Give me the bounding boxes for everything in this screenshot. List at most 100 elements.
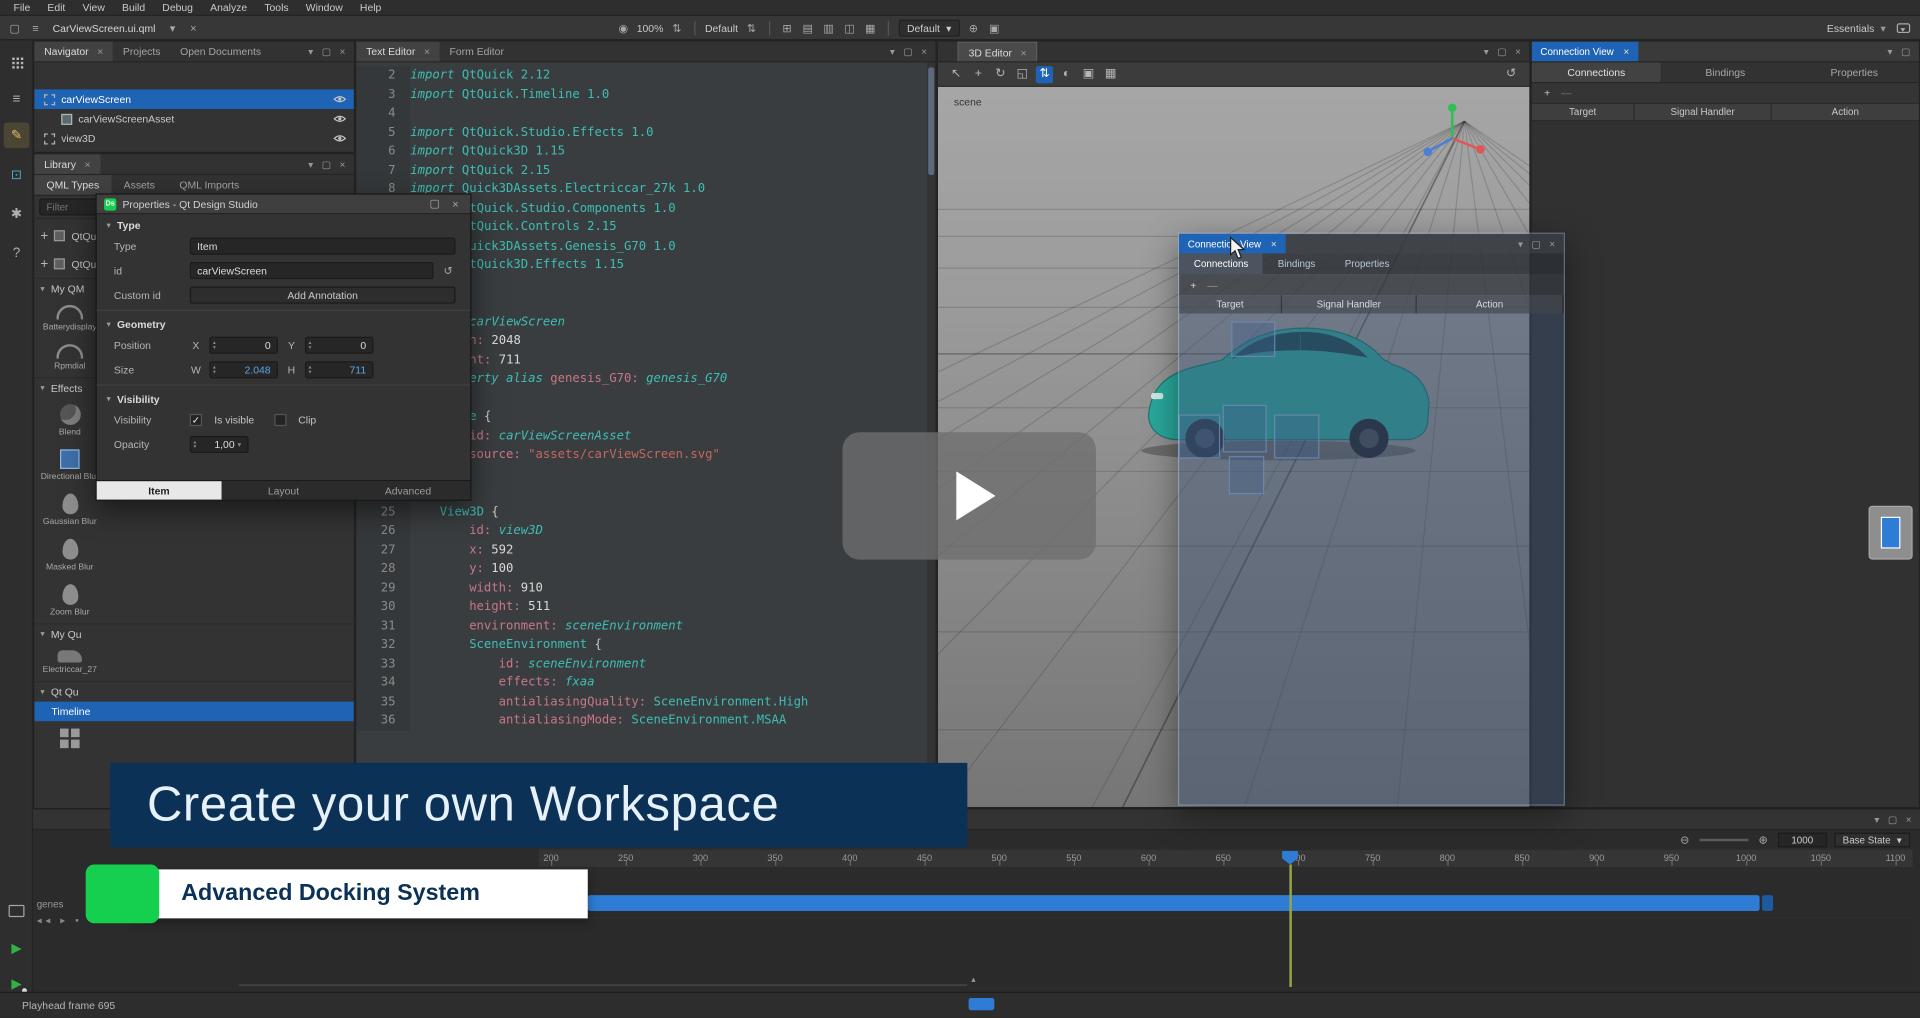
size-w-spinbox[interactable]: ▴▾2.048 xyxy=(209,361,278,378)
tab-bindings[interactable]: Bindings xyxy=(1661,62,1790,82)
menu-edit[interactable]: Edit xyxy=(39,1,74,13)
chevron-down-icon[interactable]: ▾ xyxy=(890,46,895,57)
chevron-down-icon[interactable]: ▾ xyxy=(1484,46,1489,57)
tab-library[interactable]: Library× xyxy=(34,154,100,174)
tab-properties[interactable]: Properties xyxy=(1330,253,1404,274)
components-mode-icon[interactable]: ⊡ xyxy=(4,162,30,188)
connections-table-body[interactable] xyxy=(1179,313,1563,804)
type-input[interactable]: Item xyxy=(190,238,456,255)
close-icon[interactable]: × xyxy=(340,46,346,57)
apps-grid-icon[interactable] xyxy=(4,49,30,75)
edit-mode-icon[interactable]: ≡ xyxy=(4,86,30,112)
timeline-duration-bar-end[interactable] xyxy=(1762,895,1773,911)
menu-debug[interactable]: Debug xyxy=(154,1,202,13)
global-local-toggle-icon[interactable]: ⇅ xyxy=(1036,66,1053,83)
style-stepper-icon[interactable]: ⇅ xyxy=(744,20,759,36)
rotate-tool-icon[interactable]: ↻ xyxy=(992,66,1009,83)
tab-3d-editor[interactable]: 3D Editor× xyxy=(958,42,1038,62)
scale-tool-icon[interactable]: ◱ xyxy=(1014,66,1031,83)
tab-properties[interactable]: Properties xyxy=(1790,62,1919,82)
eye-icon[interactable] xyxy=(333,133,354,143)
light-toggle-icon[interactable]: ◐ xyxy=(1058,66,1075,83)
tab-navigator[interactable]: Navigator× xyxy=(34,42,113,62)
tab-advanced[interactable]: Advanced xyxy=(346,481,470,499)
tab-projects[interactable]: Projects xyxy=(113,42,170,62)
tab-layout[interactable]: Layout xyxy=(221,481,345,499)
chevron-down-icon[interactable]: ▾ xyxy=(1874,814,1879,825)
zoom-level[interactable]: 100% xyxy=(637,22,664,34)
close-icon[interactable]: × xyxy=(1624,46,1630,57)
section-type[interactable]: ▾Type xyxy=(97,214,470,234)
tools-icon[interactable]: ✱ xyxy=(4,201,30,227)
navigator-item-view3D[interactable]: view3D xyxy=(34,129,354,149)
tab-text-editor[interactable]: Text Editor× xyxy=(356,42,439,62)
chevron-down-icon[interactable]: ▾ xyxy=(165,20,180,36)
timeline-zoom-slider[interactable] xyxy=(1699,839,1748,841)
show-rows-icon[interactable]: ▦ xyxy=(863,20,878,36)
navigator-item-carViewScreen[interactable]: carViewScreen xyxy=(34,89,354,109)
document-list-icon[interactable]: ≡ xyxy=(28,20,43,36)
float-panel-icon[interactable]: ▢ xyxy=(1901,46,1910,57)
library-component[interactable]: Electriccar_27 xyxy=(34,644,105,681)
menu-build[interactable]: Build xyxy=(113,1,153,13)
float-panel-icon[interactable]: ▢ xyxy=(1532,238,1541,249)
float-panel-icon[interactable]: ▢ xyxy=(903,46,912,57)
close-icon[interactable]: × xyxy=(921,46,927,57)
close-document-icon[interactable]: × xyxy=(186,20,201,36)
design-mode-icon[interactable]: ✎ xyxy=(4,122,30,148)
float-panel-icon[interactable]: ▢ xyxy=(1497,46,1506,57)
dialog-titlebar[interactable]: Ds Properties - Qt Design Studio ▢ × xyxy=(97,195,470,215)
timeline-ruler[interactable]: 2002503003504004505005506006507007508008… xyxy=(539,849,1913,869)
camera-toggle-icon[interactable]: ▣ xyxy=(1080,66,1097,83)
timeline-scrollbar-handle[interactable] xyxy=(969,998,995,1010)
kit-selector-icon[interactable] xyxy=(4,898,30,924)
remove-connection-button[interactable]: — xyxy=(1561,87,1571,99)
tab-qml-types[interactable]: QML Types xyxy=(34,175,111,195)
connection-view-dock-tab[interactable]: Connection View× xyxy=(1532,42,1638,62)
end-frame-input[interactable]: 1000 xyxy=(1778,833,1827,848)
timeline-transport-controls[interactable]: ◂◂ ▸ ▪ xyxy=(37,915,83,926)
document-title[interactable]: CarViewScreen.ui.qml xyxy=(53,22,156,34)
tab-open-documents[interactable]: Open Documents xyxy=(170,42,271,62)
position-x-spinbox[interactable]: ▴▾0 xyxy=(209,337,278,354)
chevron-down-icon[interactable]: ▾ xyxy=(1518,238,1523,249)
collapse-tracks-button[interactable]: ▴ xyxy=(964,976,984,986)
perspective-selector[interactable]: Essentials▾ xyxy=(1827,21,1886,34)
keyframe-tracks[interactable] xyxy=(239,917,1913,983)
add-state-icon[interactable]: ⊕ xyxy=(966,20,981,36)
opacity-spinbox[interactable]: ▴▾1,00 ▾ xyxy=(190,436,249,453)
menu-window[interactable]: Window xyxy=(297,1,351,13)
base-state-selector[interactable]: Base State▾ xyxy=(1834,833,1910,848)
tab-connections[interactable]: Connections xyxy=(1179,253,1263,274)
tab-connections[interactable]: Connections xyxy=(1532,62,1661,82)
library-component[interactable] xyxy=(34,721,105,768)
size-h-spinbox[interactable]: ▴▾711 xyxy=(305,361,374,378)
select-tool-icon[interactable]: ↖ xyxy=(948,66,965,83)
navigator-item-carViewScreenAsset[interactable]: carViewScreenAsset xyxy=(34,109,354,129)
menu-help[interactable]: Help xyxy=(351,1,390,13)
move-tool-icon[interactable]: + xyxy=(970,66,987,83)
timeline-duration-bar[interactable] xyxy=(588,895,1760,911)
library-item-timeline[interactable]: Timeline xyxy=(34,702,354,722)
split-view-icon[interactable]: ◫ xyxy=(842,20,857,36)
close-icon[interactable]: × xyxy=(1549,238,1555,249)
is-visible-checkbox[interactable]: ✓ xyxy=(190,414,202,426)
position-y-spinbox[interactable]: ▴▾0 xyxy=(305,337,374,354)
menu-file[interactable]: File xyxy=(5,1,39,13)
float-panel-icon[interactable]: ▢ xyxy=(322,46,331,57)
id-input[interactable]: carViewScreen xyxy=(190,262,434,279)
tab-assets[interactable]: Assets xyxy=(111,175,167,195)
chevron-down-icon[interactable]: ▾ xyxy=(308,159,313,170)
clip-checkbox[interactable] xyxy=(274,414,286,426)
dragged-connection-view-panel[interactable]: Connection View× ▾▢× Connections Binding… xyxy=(1178,233,1565,806)
snap-icon[interactable]: ▥ xyxy=(821,20,836,36)
chevron-down-icon[interactable]: ▾ xyxy=(308,46,313,57)
close-icon[interactable]: × xyxy=(340,159,346,170)
eye-icon[interactable] xyxy=(333,94,354,104)
close-icon[interactable]: × xyxy=(1271,238,1277,249)
zoom-out-icon[interactable]: ⊖ xyxy=(1677,832,1692,848)
reset-icon[interactable]: ↺ xyxy=(441,263,456,279)
section-geometry[interactable]: ▾Geometry xyxy=(97,313,470,333)
grid-toggle-icon[interactable]: ▦ xyxy=(1102,66,1119,83)
help-icon[interactable]: ? xyxy=(4,240,30,266)
